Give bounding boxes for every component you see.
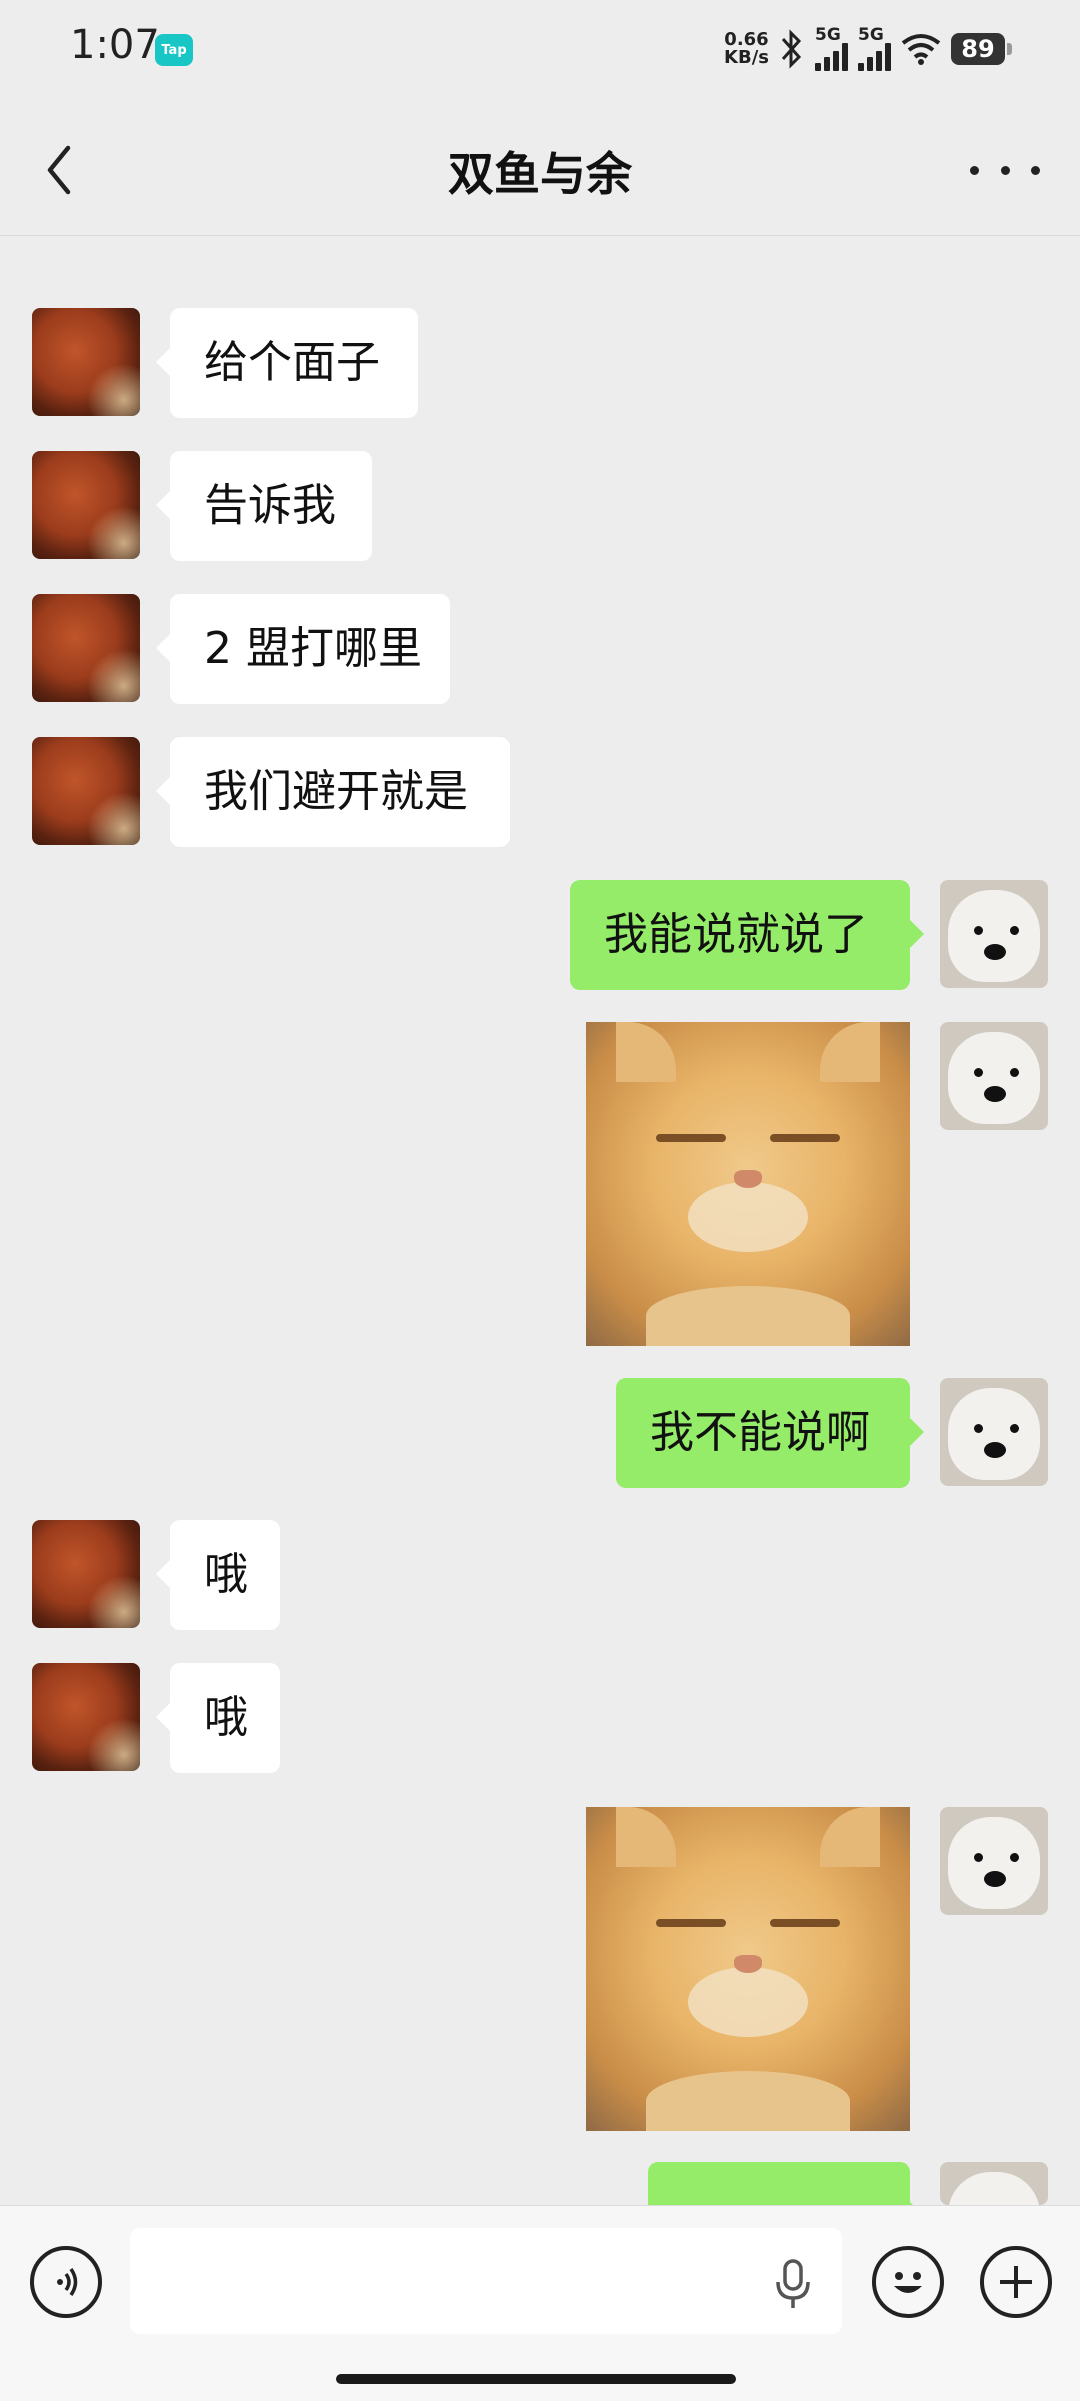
contact-avatar[interactable] (32, 1663, 140, 1771)
network-speed: 0.66 KB/s (724, 31, 769, 67)
my-avatar[interactable] (940, 1022, 1048, 1130)
incoming-message-bubble[interactable]: 我们避开就是 (156, 737, 510, 847)
status-bar: 1:07 Tap 0.66 KB/s 5G 5G 89 (0, 0, 1080, 100)
cat-sticker[interactable] (586, 1807, 910, 2131)
outgoing-message-bubble[interactable]: 我能说就说了 (570, 880, 924, 990)
signal-bars-icon (858, 43, 891, 71)
contact-avatar[interactable] (32, 451, 140, 559)
chat-title: 双鱼与余 (448, 147, 632, 201)
outgoing-message-bubble[interactable]: 我不能说啊 (616, 1378, 924, 1488)
cat-sticker[interactable] (586, 1022, 910, 1346)
contact-avatar[interactable] (32, 1520, 140, 1628)
contact-avatar[interactable] (32, 737, 140, 845)
signal-2: 5G (858, 27, 891, 71)
more-dots-icon[interactable] (970, 150, 1040, 190)
network-speed-unit: KB/s (724, 47, 769, 68)
signal-1: 5G (815, 27, 848, 71)
signal-bars-icon (815, 43, 848, 71)
status-time: 1:07 (70, 22, 160, 68)
incoming-message-bubble[interactable]: 哦 (156, 1663, 280, 1773)
signal-1-label: 5G (815, 25, 841, 45)
chat-header: 双鱼与余 (0, 100, 1080, 236)
incoming-message-bubble[interactable]: 2 盟打哪里 (156, 594, 450, 704)
input-bar (0, 2205, 1080, 2401)
voice-icon[interactable] (30, 2246, 102, 2318)
contact-avatar[interactable] (32, 308, 140, 416)
incoming-message-bubble[interactable]: 告诉我 (156, 451, 372, 561)
outgoing-message-bubble-partial[interactable] (648, 2162, 924, 2230)
plus-icon[interactable] (980, 2246, 1052, 2318)
wifi-icon (901, 34, 941, 65)
tap-app-icon: Tap (155, 34, 193, 66)
message-input[interactable] (130, 2228, 842, 2334)
incoming-message-bubble[interactable]: 哦 (156, 1520, 280, 1630)
status-icons: 0.66 KB/s 5G 5G 89 (724, 24, 1012, 74)
incoming-message-bubble[interactable]: 给个面子 (156, 308, 418, 418)
bluetooth-icon (781, 29, 802, 69)
emoji-icon[interactable] (872, 2246, 944, 2318)
home-indicator[interactable] (336, 2374, 736, 2384)
battery-icon: 89 (951, 33, 1012, 65)
signal-2-label: 5G (858, 25, 884, 45)
my-avatar[interactable] (940, 1378, 1048, 1486)
my-avatar[interactable] (940, 880, 1048, 988)
my-avatar[interactable] (940, 2162, 1048, 2205)
my-avatar[interactable] (940, 1807, 1048, 1915)
contact-avatar[interactable] (32, 594, 140, 702)
microphone-icon[interactable] (770, 2258, 816, 2310)
